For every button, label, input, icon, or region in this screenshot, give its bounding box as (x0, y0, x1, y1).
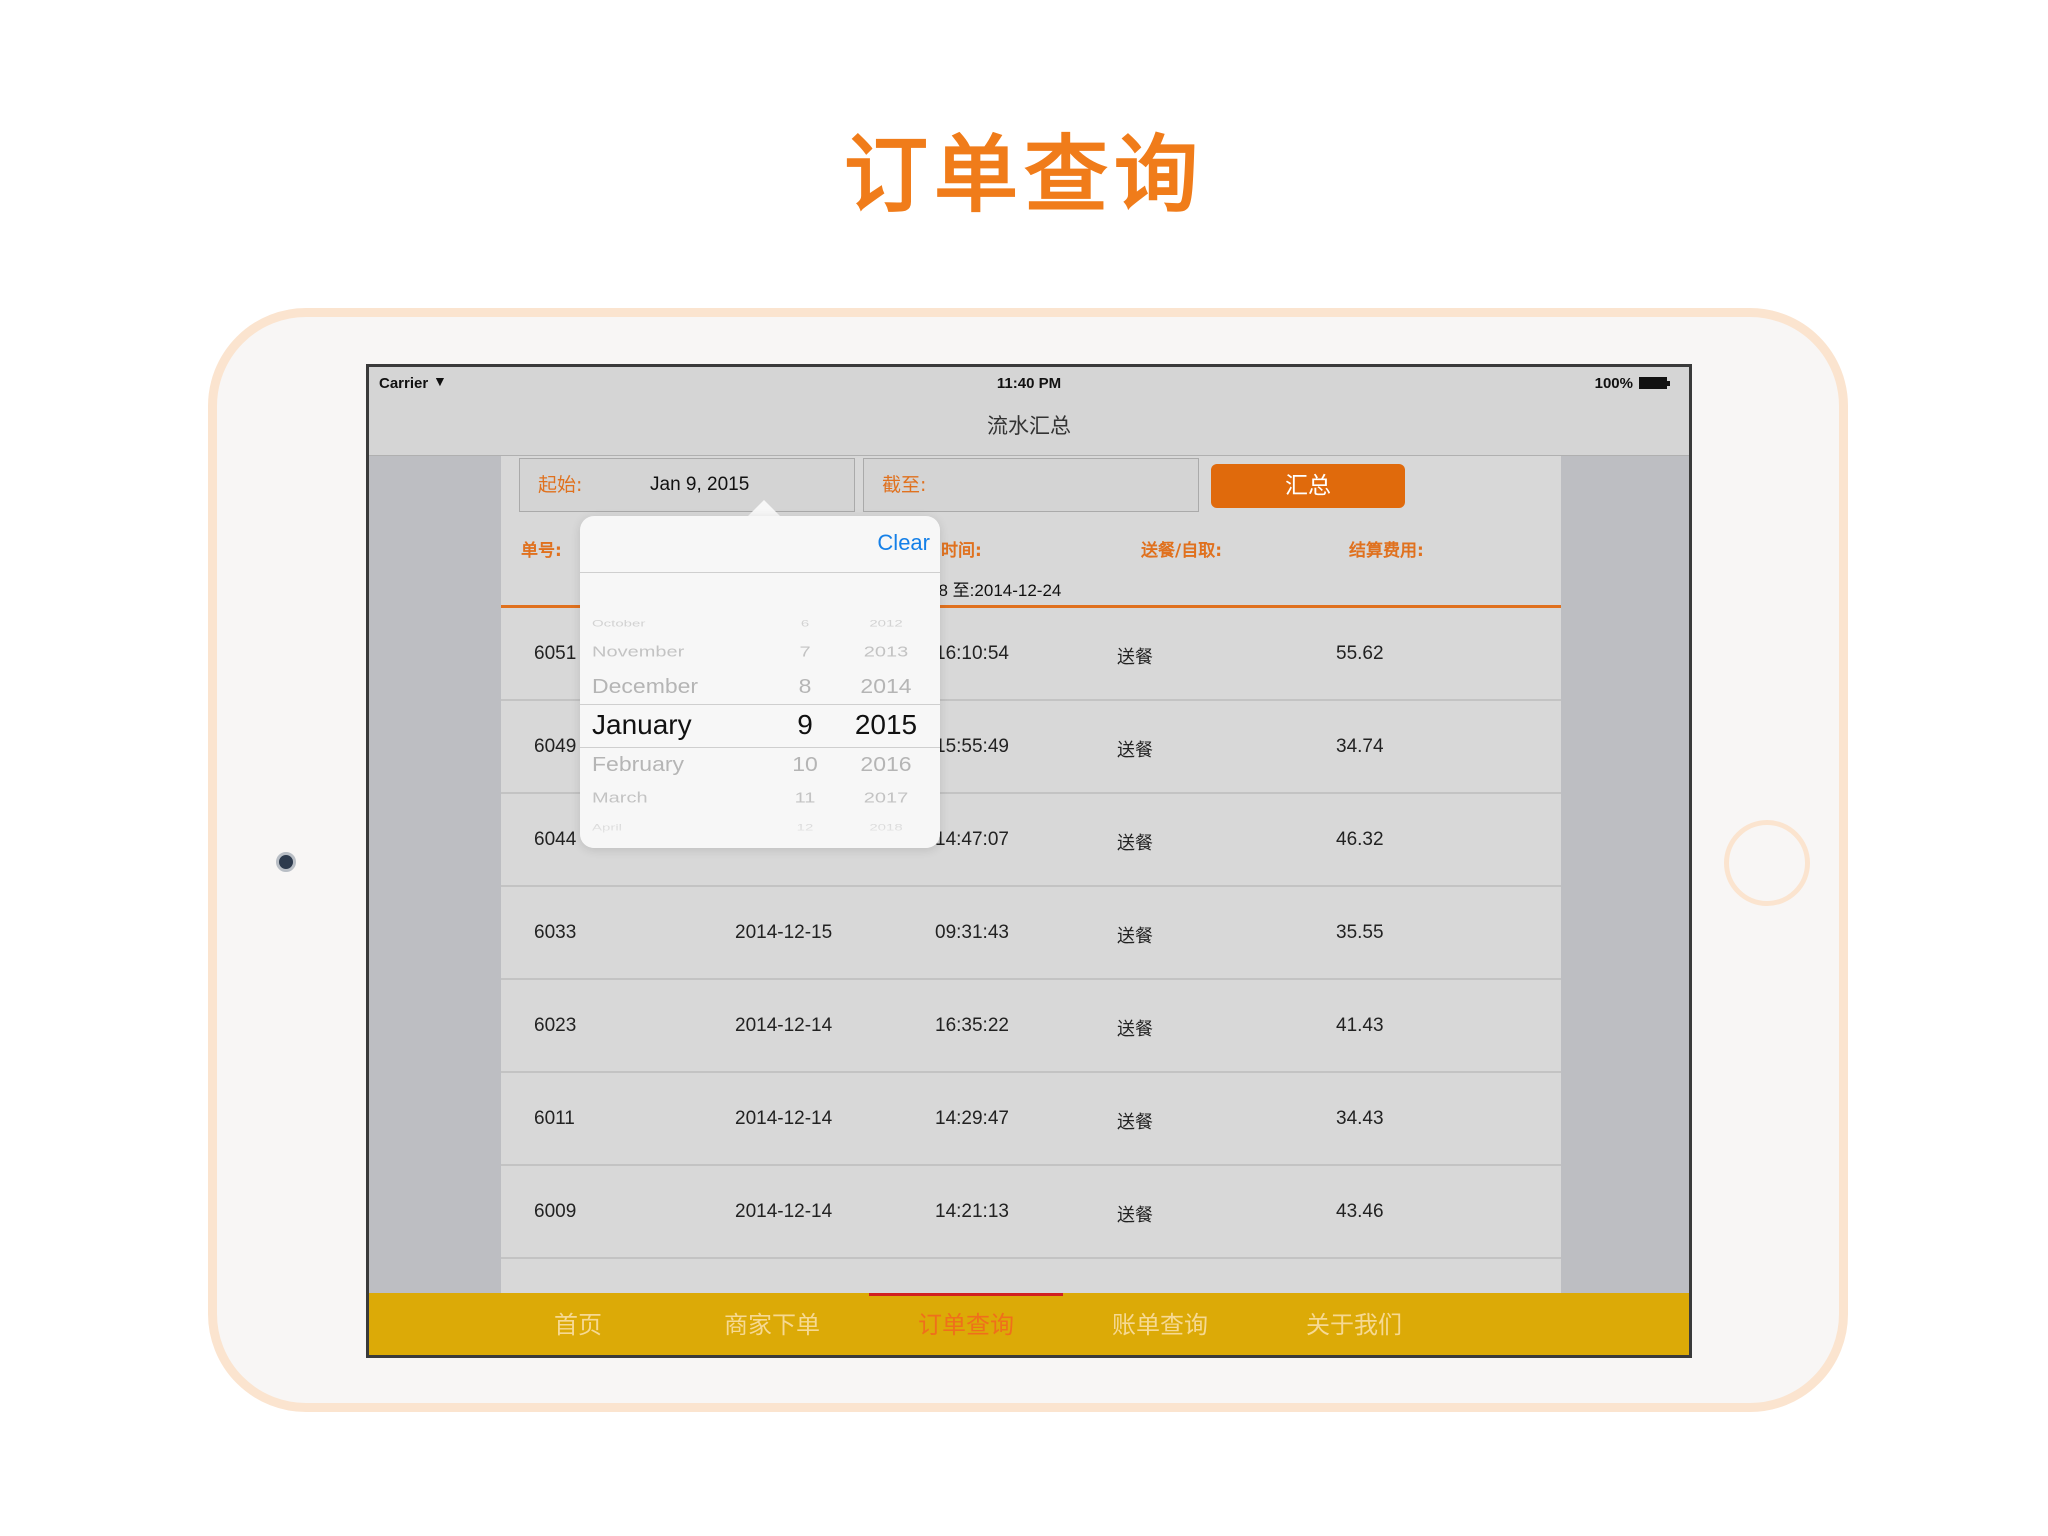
page-headline: 订单查询 (843, 126, 1204, 224)
order-time: 14:29:47 (935, 1108, 1009, 1129)
status-bar: Carrier ▼ 11:40 PM 100% (369, 367, 1689, 397)
table-row[interactable]: 6011 2014-12-14 14:29:47 送餐 34.43 (501, 1073, 1561, 1166)
table-row[interactable]: 6023 2014-12-14 16:35:22 送餐 41.43 (501, 980, 1561, 1073)
popover-arrow (748, 500, 780, 516)
order-fee: 35.55 (1336, 922, 1384, 943)
picker-day[interactable]: 12 (790, 822, 820, 833)
order-type: 送餐 (1117, 926, 1153, 947)
order-fee: 41.43 (1336, 1015, 1384, 1036)
picker-year[interactable]: 2013 (846, 644, 926, 661)
picker-month[interactable]: January (592, 709, 692, 741)
order-date: 2014-12-15 (735, 922, 833, 943)
order-fee: 55.62 (1336, 643, 1384, 664)
order-fee: 43.46 (1336, 1201, 1384, 1222)
order-type: 送餐 (1117, 833, 1153, 854)
clock: 11:40 PM (996, 375, 1062, 392)
home-button[interactable] (1724, 820, 1810, 906)
order-time: 14:47:07 (935, 829, 1009, 850)
header-time: 时间: (941, 541, 982, 561)
order-time: 15:55:49 (935, 736, 1009, 757)
picker-year[interactable]: 2017 (846, 790, 926, 807)
picker-day[interactable]: 9 (790, 709, 820, 741)
header-fee: 结算费用: (1349, 541, 1424, 561)
tab-bar: 首页 商家下单 订单查询 账单查询 关于我们 (369, 1293, 1689, 1355)
picker-day[interactable]: 8 (790, 675, 820, 699)
end-date-field[interactable]: 截至: (863, 458, 1199, 512)
summary-button[interactable]: 汇总 (1211, 464, 1405, 508)
order-fee: 34.74 (1336, 736, 1384, 757)
picker-year[interactable]: 2016 (846, 753, 926, 777)
start-date-label: 起始: (538, 474, 583, 496)
picker-year[interactable]: 2018 (846, 822, 926, 833)
order-id: 6011 (534, 1108, 575, 1129)
order-date: 2014-12-14 (735, 1015, 833, 1036)
order-time: 16:10:54 (935, 643, 1009, 664)
picker-month[interactable]: March (592, 790, 648, 807)
picker-year[interactable]: 2015 (846, 709, 926, 741)
table-row[interactable]: 6009 2014-12-14 14:21:13 送餐 43.46 (501, 1166, 1561, 1259)
order-type: 送餐 (1117, 1019, 1153, 1040)
tab-order-query[interactable]: 订单查询 (869, 1293, 1063, 1355)
picker-year[interactable]: 2012 (846, 618, 926, 629)
picker-month[interactable]: April (592, 822, 622, 833)
order-time: 14:21:13 (935, 1201, 1009, 1222)
tab-home[interactable]: 首页 (481, 1293, 675, 1355)
order-time: 16:35:22 (935, 1015, 1009, 1036)
picker-month[interactable]: November (592, 644, 684, 661)
start-date-value: Jan 9, 2015 (650, 474, 750, 495)
order-fee: 46.32 (1336, 829, 1384, 850)
order-fee: 34.43 (1336, 1108, 1384, 1129)
tab-about-us[interactable]: 关于我们 (1257, 1293, 1451, 1355)
nav-title: 流水汇总 (369, 397, 1689, 456)
picker-month[interactable]: February (592, 753, 684, 777)
tab-bill-query[interactable]: 账单查询 (1063, 1293, 1257, 1355)
order-id: 6023 (534, 1015, 577, 1036)
header-delivery-type: 送餐/自取: (1141, 541, 1223, 561)
start-date-field[interactable]: 起始: Jan 9, 2015 (519, 458, 855, 512)
picker-year[interactable]: 2014 (846, 675, 926, 699)
order-type: 送餐 (1117, 740, 1153, 761)
picker-day[interactable]: 6 (790, 618, 820, 629)
order-type: 送餐 (1117, 1112, 1153, 1133)
tab-merchant-order[interactable]: 商家下单 (675, 1293, 869, 1355)
end-date-label: 截至: (882, 474, 927, 496)
order-date: 2014-12-14 (735, 1108, 833, 1129)
battery-icon (1639, 377, 1670, 389)
picker-day[interactable]: 11 (790, 790, 820, 807)
order-type: 送餐 (1117, 1205, 1153, 1226)
order-id: 6044 (534, 829, 577, 850)
header-order-id: 单号: (521, 541, 562, 561)
date-picker-popover: Clear October November December January Febr… (580, 516, 940, 848)
clear-button[interactable]: Clear (877, 530, 930, 556)
table-row[interactable]: 6033 2014-12-15 09:31:43 送餐 35.55 (501, 887, 1561, 980)
camera-icon (276, 852, 296, 872)
order-date: 2014-12-14 (735, 1201, 833, 1222)
order-id: 6009 (534, 1201, 577, 1222)
order-time: 09:31:43 (935, 922, 1009, 943)
popover-divider (580, 572, 940, 573)
picker-month[interactable]: December (592, 675, 698, 699)
order-type: 送餐 (1117, 647, 1153, 668)
order-id: 6049 (534, 736, 577, 757)
date-picker-wheel[interactable]: October November December January February Ma… (580, 576, 940, 848)
picker-month[interactable]: October (592, 618, 645, 629)
picker-day[interactable]: 7 (790, 644, 820, 661)
order-id: 6051 (534, 643, 577, 664)
order-id: 6033 (534, 922, 577, 943)
app-screen: Carrier ▼ 11:40 PM 100% 流水汇总 起始: Jan 9, … (366, 364, 1692, 1358)
battery-percent: 100% (1594, 375, 1633, 392)
picker-day[interactable]: 10 (790, 753, 820, 777)
